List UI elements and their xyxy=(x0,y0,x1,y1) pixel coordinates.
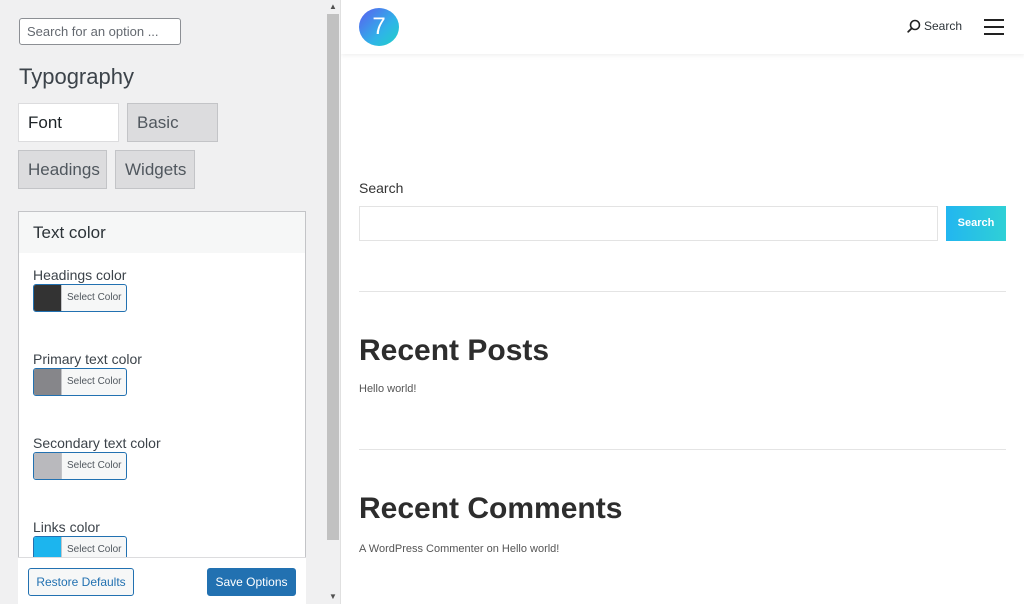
scroll-down-arrow-icon[interactable]: ▼ xyxy=(326,590,340,604)
tab-widgets[interactable]: Widgets xyxy=(115,150,195,189)
secondary-text-color-label: Secondary text color xyxy=(33,435,161,451)
text-color-box: Text color Headings color Select Color P… xyxy=(18,211,306,604)
search-widget-input[interactable] xyxy=(359,206,938,241)
primary-text-color-swatch xyxy=(34,369,62,395)
tab-basic-font[interactable]: Basic font xyxy=(127,103,218,169)
secondary-text-color-picker[interactable]: Select Color xyxy=(33,452,127,480)
select-color-label: Select Color xyxy=(67,376,122,387)
search-widget-label: Search xyxy=(359,180,404,196)
headings-color-swatch xyxy=(34,285,62,311)
secondary-text-color-option: Secondary text color Select Color xyxy=(33,435,161,480)
site-header: 7 Search xyxy=(341,0,1024,54)
header-search-label: Search xyxy=(924,19,963,33)
recent-comments-title: Recent Comments xyxy=(359,492,623,525)
search-icon xyxy=(907,19,921,33)
widget-divider xyxy=(359,449,1006,450)
recent-posts-title: Recent Posts xyxy=(359,334,550,367)
select-color-label: Select Color xyxy=(67,292,122,303)
panel-scrollbar[interactable]: ▲ ▼ xyxy=(326,0,340,604)
options-footer: Restore Defaults Save Options xyxy=(18,557,306,604)
widget-divider xyxy=(359,291,1006,292)
tab-font-colors[interactable]: Font colors xyxy=(18,103,119,169)
scroll-up-arrow-icon[interactable]: ▲ xyxy=(326,0,340,14)
secondary-text-color-swatch xyxy=(34,453,62,479)
comment-post-link[interactable]: Hello world! xyxy=(502,543,559,555)
recent-comment: A WordPress Commenter on Hello world! xyxy=(359,543,559,555)
save-options-button[interactable]: Save Options xyxy=(207,568,296,596)
primary-text-color-picker[interactable]: Select Color xyxy=(33,368,127,396)
headings-color-label: Headings color xyxy=(33,267,127,283)
primary-text-color-label: Primary text color xyxy=(33,351,142,367)
site-preview: 7 Search Search Search Recent Posts Hell… xyxy=(340,0,1024,604)
select-color-label: Select Color xyxy=(67,460,122,471)
recent-post-link[interactable]: Hello world! xyxy=(359,383,416,395)
primary-text-color-option: Primary text color Select Color xyxy=(33,351,142,396)
text-color-box-title: Text color xyxy=(19,212,305,253)
headings-color-option: Headings color Select Color xyxy=(33,267,127,312)
tab-headings[interactable]: Headings xyxy=(18,150,107,189)
links-color-option: Links color Select Color xyxy=(33,519,127,564)
search-widget-button[interactable]: Search xyxy=(946,206,1006,241)
headings-color-picker[interactable]: Select Color xyxy=(33,284,127,312)
hamburger-menu-icon[interactable] xyxy=(984,19,1004,35)
option-search-input[interactable] xyxy=(19,18,181,45)
scrollbar-thumb[interactable] xyxy=(327,14,339,540)
comment-author-link[interactable]: A WordPress Commenter xyxy=(359,543,484,555)
links-color-label: Links color xyxy=(33,519,100,535)
section-title: Typography xyxy=(19,64,134,89)
restore-defaults-button[interactable]: Restore Defaults xyxy=(28,568,134,596)
options-panel: Typography Font colors Basic font Headin… xyxy=(0,0,326,604)
comment-on-text: on xyxy=(486,543,499,555)
header-search-button[interactable]: Search xyxy=(907,19,962,33)
site-logo[interactable]: 7 xyxy=(359,8,399,46)
